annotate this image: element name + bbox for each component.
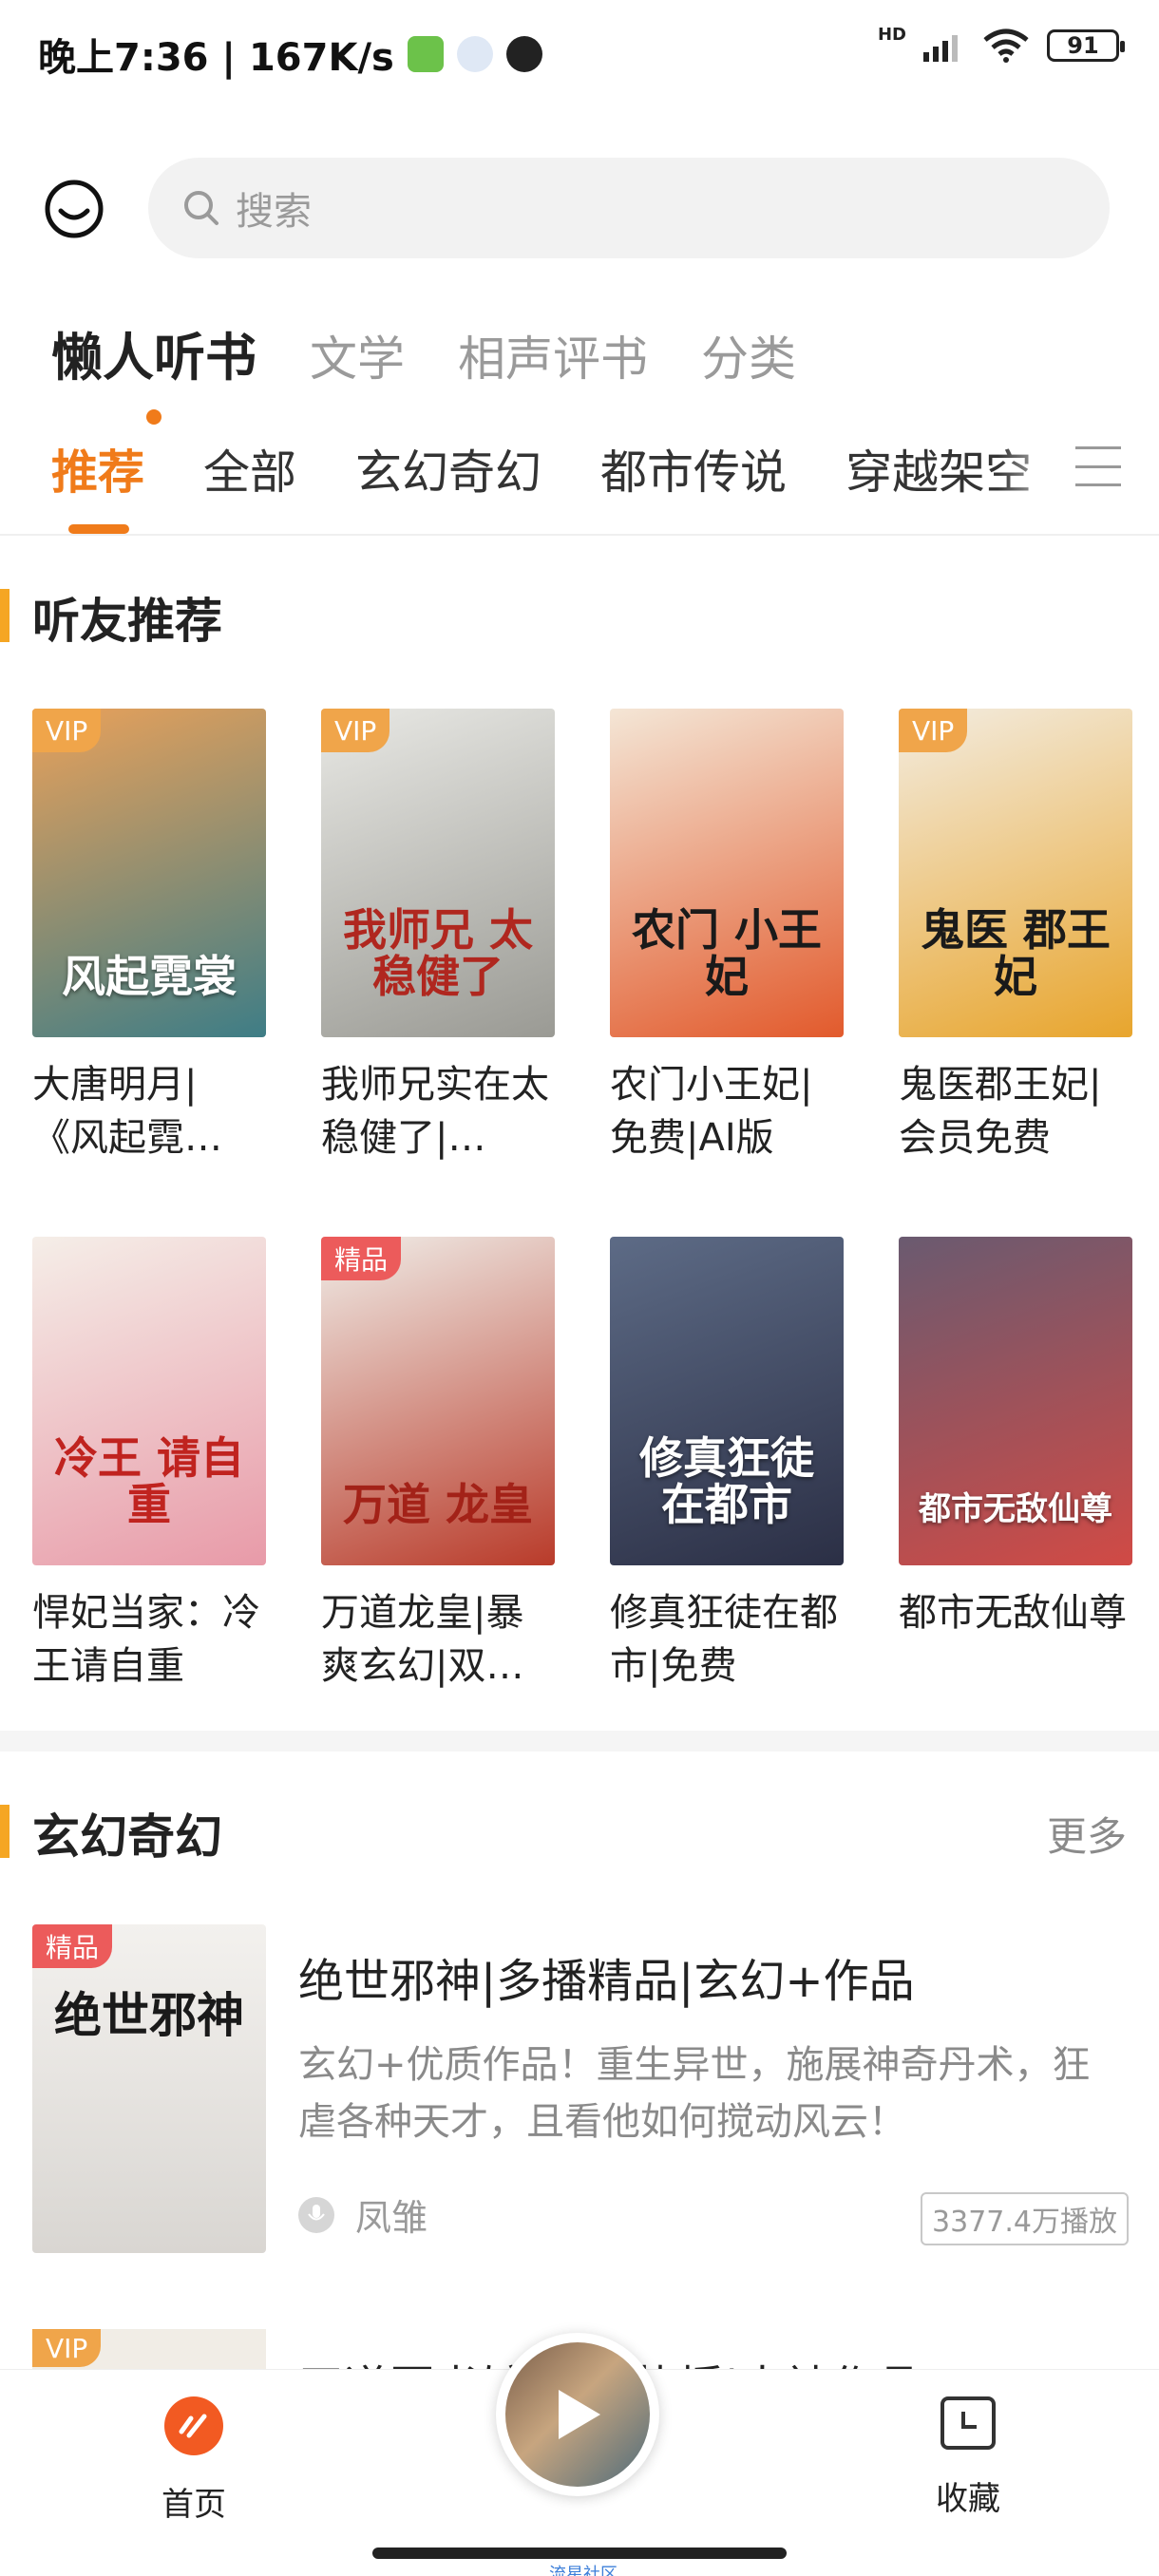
more-link[interactable]: 更多 [1047,1805,1127,1863]
penguin-icon [505,36,542,72]
chat-bubble-icon [456,36,493,72]
book-name: 鬼医郡王妃|会员免费 [899,1063,1102,1160]
cover-title: 鬼医 郡王妃 [920,904,1111,1002]
nav-favorites[interactable]: 收藏 [916,2396,1020,2519]
community-label: 流星社区 [549,2565,618,2576]
tab-category[interactable]: 分类 [701,321,796,389]
category-tabs: 推荐 全部 玄幻奇幻 都市传说 穿越架空 [51,435,1077,511]
active-category-underline [68,524,129,534]
cover-title: 万道 龙皇 [342,1478,533,1530]
menu-icon[interactable] [1075,446,1121,486]
book-card[interactable]: 农门 小王妃 农门小王妃|免费|AI版 [610,709,844,1165]
book-card[interactable]: 修真狂徒 在都市 修真狂徒在都市|免费 [610,1237,844,1693]
play-count: 3377.4万播放 [921,2192,1129,2245]
book-cover: 鬼医 郡王妃 VIP [899,709,1132,1037]
cover-title: 都市无敌仙尊 [919,1490,1112,1529]
smiley-icon[interactable] [44,179,104,239]
player-cover [505,2342,650,2487]
active-tab-dot [146,409,162,425]
anchor-info: 凤雏 [298,2188,428,2241]
tab-crosstalk[interactable]: 相声评书 [458,321,648,389]
book-cover: 风起霓裳 VIP [32,709,266,1037]
search-icon [184,191,218,225]
network-type-label: HD [877,24,906,45]
cover-title: 修真狂徒 在都市 [639,1432,814,1530]
section-separator [0,1731,1159,1752]
book-cover: 冷王 请自重 [32,1237,266,1565]
status-time-speed: 晚上7:36 | 167K/s [38,36,394,80]
section-bar [0,1805,10,1858]
book-card[interactable]: 我师兄 太稳健了 VIP 我师兄实在太稳健了|… [321,709,555,1165]
vip-badge: VIP [899,709,968,752]
book-cover: 修真狂徒 在都市 [610,1237,844,1565]
tab-lanren-label: 懒人听书 [51,328,256,388]
section-bar [0,589,10,642]
vip-badge: VIP [32,709,102,752]
book-card[interactable]: 鬼医 郡王妃 VIP 鬼医郡王妃|会员免费 [899,709,1132,1165]
book-card[interactable]: 都市无敌仙尊 都市无敌仙尊 [899,1237,1132,1693]
book-name: 我师兄实在太稳健了|… [321,1063,549,1160]
play-icon [559,2390,600,2439]
signal-icon [923,35,958,62]
cover-title: 风起霓裳 [62,950,237,1002]
cat-tab-urban[interactable]: 都市传说 [600,435,787,511]
jingpin-badge: 精品 [321,1237,402,1280]
favorites-icon [940,2396,996,2450]
book-cover: 我师兄 太稳健了 VIP [321,709,555,1037]
status-left: 晚上7:36 | 167K/s [38,27,542,82]
wifi-icon [983,28,1029,63]
book-name: 大唐明月|《风起霓… [32,1063,222,1160]
battery-level: 91 [1067,32,1099,59]
cat-tab-all[interactable]: 全部 [203,435,296,511]
cover-title: 绝世邪神 [54,1987,244,2043]
book-name: 农门小王妃|免费|AI版 [610,1063,813,1160]
section-title-recommend: 听友推荐 [32,594,222,649]
app-screen: 晚上7:36 | 167K/s HD 91 搜索 懒人听书 文学 相声评书 分类… [0,0,1159,2576]
status-right: HD 91 [877,24,1125,63]
tab-literature[interactable]: 文学 [310,321,405,389]
book-name: 修真狂徒在都市|免费 [610,1591,838,1688]
book-name: 都市无敌仙尊 [899,1591,1127,1635]
divider [0,534,1159,536]
cover-title: 我师兄 太稳健了 [342,904,533,1002]
search-placeholder: 搜索 [236,190,312,234]
book-cover: 农门 小王妃 [610,709,844,1037]
nav-home[interactable]: 首页 [146,2396,241,2525]
vip-badge: VIP [321,709,390,752]
top-tabs: 懒人听书 文学 相声评书 分类 [51,315,796,425]
book-cover: 绝世邪神 精品 [32,1924,266,2253]
section-title-fantasy: 玄幻奇幻 [32,1809,222,1865]
book-cover: 都市无敌仙尊 [899,1237,1132,1565]
cat-tab-fantasy[interactable]: 玄幻奇幻 [355,435,542,511]
list-item-title: 绝世邪神|多播精品|玄幻+作品 [298,1955,915,2008]
category-fade [998,427,1074,513]
player-button[interactable] [496,2333,659,2496]
cover-title: 农门 小王妃 [631,904,822,1002]
nav-favorites-label: 收藏 [936,2480,1000,2518]
book-card[interactable]: 万道 龙皇 精品 万道龙皇|暴爽玄幻|双… [321,1237,555,1693]
home-indicator[interactable] [372,2548,787,2559]
book-name: 万道龙皇|暴爽玄幻|双… [321,1591,524,1688]
list-item-desc: 玄幻+优质作品！重生异世，施展神奇丹术，狂虐各种天才，且看他如何搅动风云！ [298,2043,1091,2144]
search-input[interactable]: 搜索 [148,158,1110,258]
book-name: 悍妃当家：冷王请自重 [32,1591,260,1688]
nav-home-label: 首页 [162,2486,226,2524]
status-bar: 晚上7:36 | 167K/s HD 91 [0,0,1159,104]
battery-indicator: 91 [1047,29,1125,62]
book-grid: 风起霓裳 VIP 大唐明月|《风起霓… 我师兄 太稳健了 VIP 我师兄实在太稳… [32,709,1134,1693]
home-icon [164,2396,223,2455]
book-card[interactable]: 冷王 请自重 悍妃当家：冷王请自重 [32,1237,266,1693]
download-app-icon [407,36,444,72]
vip-badge: VIP [32,2329,102,2367]
book-card[interactable]: 风起霓裳 VIP 大唐明月|《风起霓… [32,709,266,1165]
list-item[interactable]: 绝世邪神 精品 绝世邪神|多播精品|玄幻+作品 玄幻+优质作品！重生异世，施展神… [32,1924,1129,2257]
jingpin-badge: 精品 [32,1924,113,1968]
book-cover: 万道 龙皇 精品 [321,1237,555,1565]
cover-title: 冷王 请自重 [53,1432,244,1530]
microphone-icon [298,2196,334,2233]
anchor-name: 凤雏 [355,2197,428,2239]
cat-tab-recommend[interactable]: 推荐 [51,435,144,511]
tab-lanren[interactable]: 懒人听书 [51,315,256,425]
